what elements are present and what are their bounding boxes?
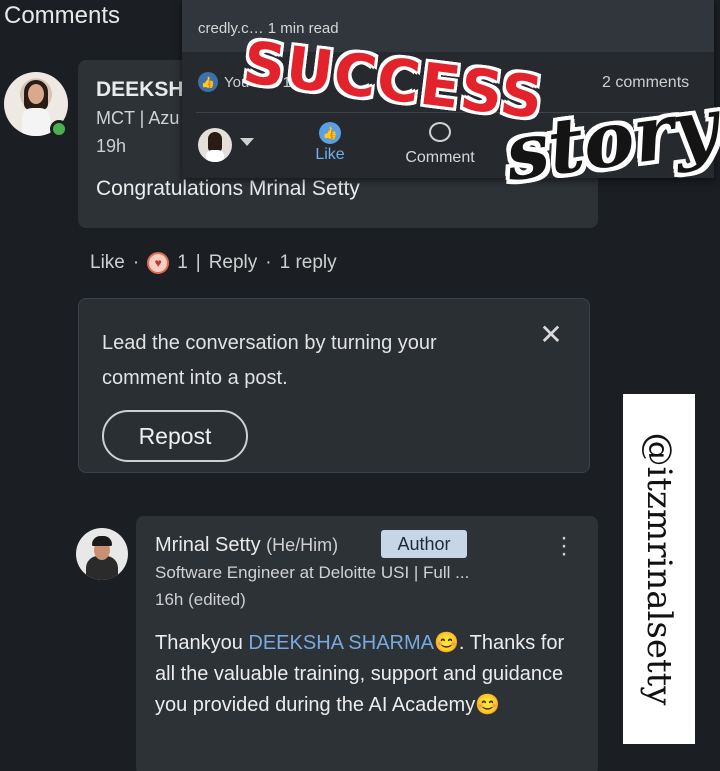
separator-dot: · bbox=[132, 252, 140, 273]
viewer-avatar[interactable] bbox=[198, 128, 232, 162]
reply-author-pronouns: (He/Him) bbox=[266, 535, 339, 555]
post-comment-label: Comment bbox=[405, 149, 475, 166]
reply-author-headline: Software Engineer at Deloitte USI | Full… bbox=[155, 563, 470, 582]
online-status-icon bbox=[50, 120, 68, 138]
commenter-name[interactable]: DEEKSH bbox=[96, 78, 184, 102]
reply-timestamp: 16h (edited) bbox=[155, 590, 246, 609]
reply-text-start: Thankyou bbox=[155, 632, 249, 654]
comment-icon bbox=[429, 122, 451, 142]
page-title: Comments bbox=[4, 2, 121, 29]
commenter-headline: MCT | Azu bbox=[96, 108, 180, 128]
reaction-count[interactable]: 1 bbox=[177, 252, 188, 274]
chevron-down-icon[interactable] bbox=[240, 138, 254, 146]
watermark-handle: @itzmrinalsetty bbox=[639, 432, 679, 706]
comment-actions: Like · ♥ 1 | Reply · 1 reply bbox=[90, 252, 337, 274]
heart-reaction-icon[interactable]: ♥ bbox=[147, 252, 170, 274]
replies-link[interactable]: 1 reply bbox=[280, 252, 337, 274]
more-options-icon[interactable]: · · · bbox=[558, 526, 570, 566]
repost-button[interactable]: Repost bbox=[102, 410, 248, 462]
comment-text: Congratulations Mrinal Setty bbox=[96, 177, 360, 200]
reply-text: Thankyou DEEKSHA SHARMA😊. Thanks for all… bbox=[155, 628, 585, 721]
author-avatar[interactable] bbox=[76, 528, 128, 580]
reply-author-fullname[interactable]: Mrinal Setty bbox=[155, 534, 261, 556]
author-badge: Author bbox=[381, 530, 467, 558]
mention-link[interactable]: DEEKSHA SHARMA bbox=[248, 632, 434, 654]
thumbs-up-icon: 👍 bbox=[198, 72, 218, 92]
post-like-label: Like bbox=[315, 146, 345, 163]
comment-timestamp: 19h bbox=[96, 136, 127, 156]
post-like-button[interactable]: 👍 Like bbox=[312, 122, 348, 164]
repost-prompt-text: Lead the conversation by turning your co… bbox=[102, 332, 437, 389]
thumbs-up-icon: 👍 bbox=[319, 122, 341, 144]
separator-bar: | bbox=[195, 252, 201, 273]
separator-dot: · bbox=[265, 252, 272, 273]
like-button[interactable]: Like bbox=[90, 252, 125, 274]
reply-button[interactable]: Reply bbox=[209, 252, 258, 274]
close-icon[interactable]: ✕ bbox=[538, 321, 564, 349]
reply-author-name[interactable]: Mrinal Setty (He/Him) bbox=[155, 534, 338, 557]
post-comment-button[interactable]: Comment bbox=[400, 122, 480, 167]
